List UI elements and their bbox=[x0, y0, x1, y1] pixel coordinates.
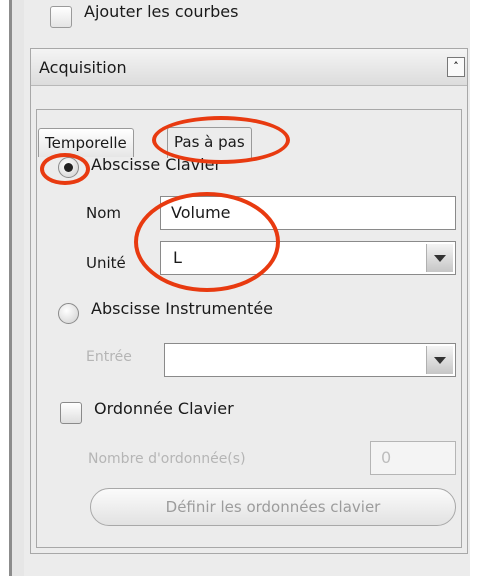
tab-temporelle[interactable]: Temporelle bbox=[38, 128, 134, 157]
unite-select[interactable]: L bbox=[160, 241, 456, 275]
entree-label: Entrée bbox=[86, 349, 132, 365]
left-margin bbox=[0, 0, 9, 576]
acquisition-header[interactable]: Acquisition ˄ bbox=[31, 49, 467, 86]
chevron-down-icon[interactable] bbox=[426, 346, 453, 374]
abscisse-clavier-radio[interactable] bbox=[58, 157, 79, 178]
nom-label: Nom bbox=[86, 204, 122, 222]
nom-input[interactable]: Volume bbox=[160, 196, 456, 230]
unite-label: Unité bbox=[86, 254, 126, 272]
definir-ordonnees-button[interactable]: Définir les ordonnées clavier bbox=[90, 488, 456, 526]
tab-panel bbox=[36, 109, 462, 548]
ordonnee-clavier-label: Ordonnée Clavier bbox=[94, 399, 234, 418]
abscisse-clavier-label: Abscisse Clavier bbox=[91, 155, 222, 174]
left-gutter bbox=[12, 0, 24, 576]
nombre-ordonnees-label: Nombre d'ordonnée(s) bbox=[88, 451, 246, 467]
abscisse-instrumentee-radio[interactable] bbox=[58, 303, 79, 324]
acquisition-title: Acquisition bbox=[39, 58, 127, 77]
collapse-icon[interactable]: ˄ bbox=[447, 57, 465, 77]
right-margin bbox=[470, 0, 493, 576]
ajouter-courbes-checkbox[interactable] bbox=[50, 6, 72, 28]
tab-pas-a-pas[interactable]: Pas à pas bbox=[167, 127, 252, 158]
ajouter-courbes-label: Ajouter les courbes bbox=[84, 2, 239, 21]
ordonnee-clavier-checkbox[interactable] bbox=[60, 402, 82, 424]
chevron-down-icon[interactable] bbox=[426, 244, 453, 272]
abscisse-instrumentee-label: Abscisse Instrumentée bbox=[91, 299, 273, 318]
nombre-ordonnees-input[interactable]: 0 bbox=[370, 441, 456, 475]
entree-select[interactable] bbox=[164, 343, 456, 377]
unite-value: L bbox=[173, 248, 182, 267]
